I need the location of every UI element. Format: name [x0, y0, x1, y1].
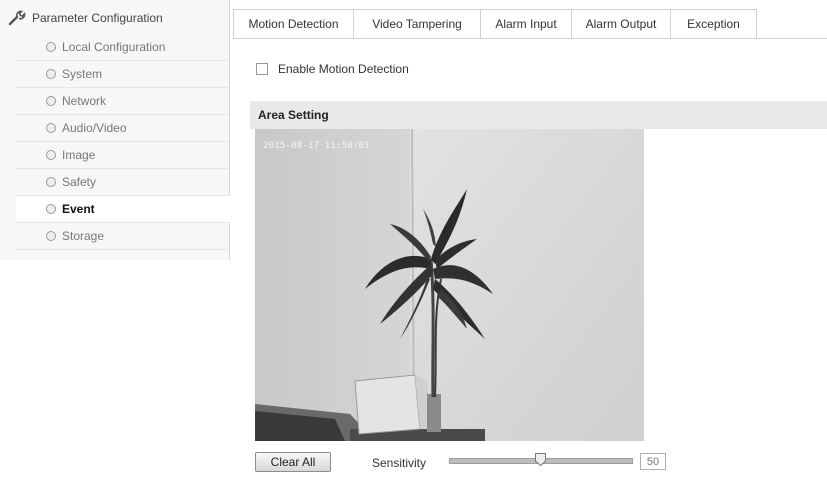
sensitivity-slider-handle[interactable]: [535, 453, 546, 466]
tab-exception[interactable]: Exception: [670, 9, 757, 38]
sidebar-item-label: Safety: [62, 175, 97, 189]
sidebar-item-audio-video[interactable]: Audio/Video: [16, 115, 229, 142]
enable-motion-detection-row: Enable Motion Detection: [256, 62, 409, 76]
radio-dot-icon: [46, 204, 56, 214]
sidebar-item-label: Storage: [62, 229, 105, 243]
sidebar-item-storage[interactable]: Storage: [16, 223, 229, 250]
tab-video-tampering[interactable]: Video Tampering: [353, 9, 481, 38]
sidebar-menu: Local Configuration System Network Audio…: [16, 34, 230, 250]
radio-dot-icon: [46, 42, 56, 52]
sidebar-item-label: Image: [62, 148, 96, 162]
radio-dot-icon: [46, 231, 56, 241]
sidebar-item-label: System: [62, 67, 103, 81]
area-setting-header: Area Setting: [250, 101, 827, 129]
sensitivity-label: Sensitivity: [372, 456, 427, 470]
radio-dot-icon: [46, 69, 56, 79]
sidebar-item-label: Local Configuration: [62, 40, 166, 54]
video-preview[interactable]: 2015-08-17 11:50:01: [255, 129, 644, 441]
tab-motion-detection[interactable]: Motion Detection: [233, 9, 354, 39]
tab-label: Alarm Output: [585, 17, 657, 31]
sidebar: Parameter Configuration Local Configurat…: [0, 0, 230, 260]
radio-dot-icon: [46, 96, 56, 106]
clear-all-button[interactable]: Clear All: [255, 452, 331, 472]
tab-divider: [233, 38, 827, 39]
sidebar-header[interactable]: Parameter Configuration: [8, 9, 163, 27]
sidebar-item-local-configuration[interactable]: Local Configuration: [16, 34, 229, 61]
video-timestamp: 2015-08-17 11:50:01: [263, 141, 370, 151]
area-setting-title: Area Setting: [258, 108, 329, 122]
video-scene-image: [255, 129, 644, 441]
tab-bar: Motion Detection Video Tampering Alarm I…: [233, 9, 757, 39]
sidebar-item-label: Network: [62, 94, 107, 108]
radio-dot-icon: [46, 123, 56, 133]
sidebar-item-label: Event: [62, 202, 95, 216]
tab-label: Exception: [687, 17, 740, 31]
sidebar-item-system[interactable]: System: [16, 61, 229, 88]
tab-alarm-output[interactable]: Alarm Output: [571, 9, 671, 38]
tab-alarm-input[interactable]: Alarm Input: [480, 9, 572, 38]
sidebar-item-event[interactable]: Event: [16, 196, 230, 223]
radio-dot-icon: [46, 150, 56, 160]
tab-label: Motion Detection: [248, 17, 339, 31]
enable-motion-detection-label[interactable]: Enable Motion Detection: [278, 62, 409, 76]
sidebar-item-label: Audio/Video: [62, 121, 127, 135]
radio-dot-icon: [46, 177, 56, 187]
tab-label: Video Tampering: [372, 17, 462, 31]
sidebar-item-network[interactable]: Network: [16, 88, 229, 115]
wrench-icon: [8, 10, 26, 26]
enable-motion-detection-checkbox[interactable]: [256, 63, 268, 75]
sidebar-header-label: Parameter Configuration: [32, 11, 163, 25]
sidebar-item-image[interactable]: Image: [16, 142, 229, 169]
sensitivity-value: 50: [640, 453, 666, 470]
tab-label: Alarm Input: [495, 17, 557, 31]
sidebar-item-safety[interactable]: Safety: [16, 169, 229, 196]
